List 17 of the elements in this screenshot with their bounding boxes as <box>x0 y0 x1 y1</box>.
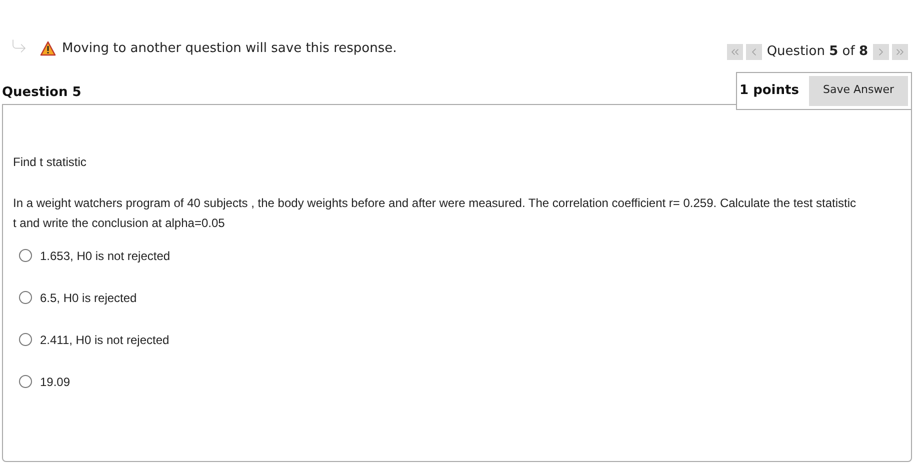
answer-option[interactable]: 19.09 <box>19 372 70 390</box>
question-title: Question 5 <box>2 84 82 102</box>
radio-button[interactable] <box>19 333 32 346</box>
question-counter: Question 5 of 8 <box>766 43 869 61</box>
warning-icon <box>40 41 56 56</box>
indent-arrow-icon <box>10 36 28 55</box>
answer-option[interactable]: 1.653, H0 is not rejected <box>19 246 170 264</box>
question-text: In a weight watchers program of 40 subjects , the body weights before and after were measured. The correlation coefficient r= 0.259. Calculate the test statistic t and write the conclusion at alpha=0.05 <box>13 194 858 232</box>
radio-button[interactable] <box>19 291 32 304</box>
radio-button[interactable] <box>19 249 32 262</box>
save-answer-button[interactable]: Save Answer <box>808 76 908 106</box>
points-label: 1 points <box>740 82 799 100</box>
question-prompt: Find t statistic <box>13 154 88 170</box>
answer-option[interactable]: 6.5, H0 is rejected <box>19 288 137 306</box>
radio-button[interactable] <box>19 375 32 388</box>
notice-text: Moving to another question will save this response. <box>62 40 397 58</box>
answer-option[interactable]: 2.411, H0 is not rejected <box>19 330 170 348</box>
